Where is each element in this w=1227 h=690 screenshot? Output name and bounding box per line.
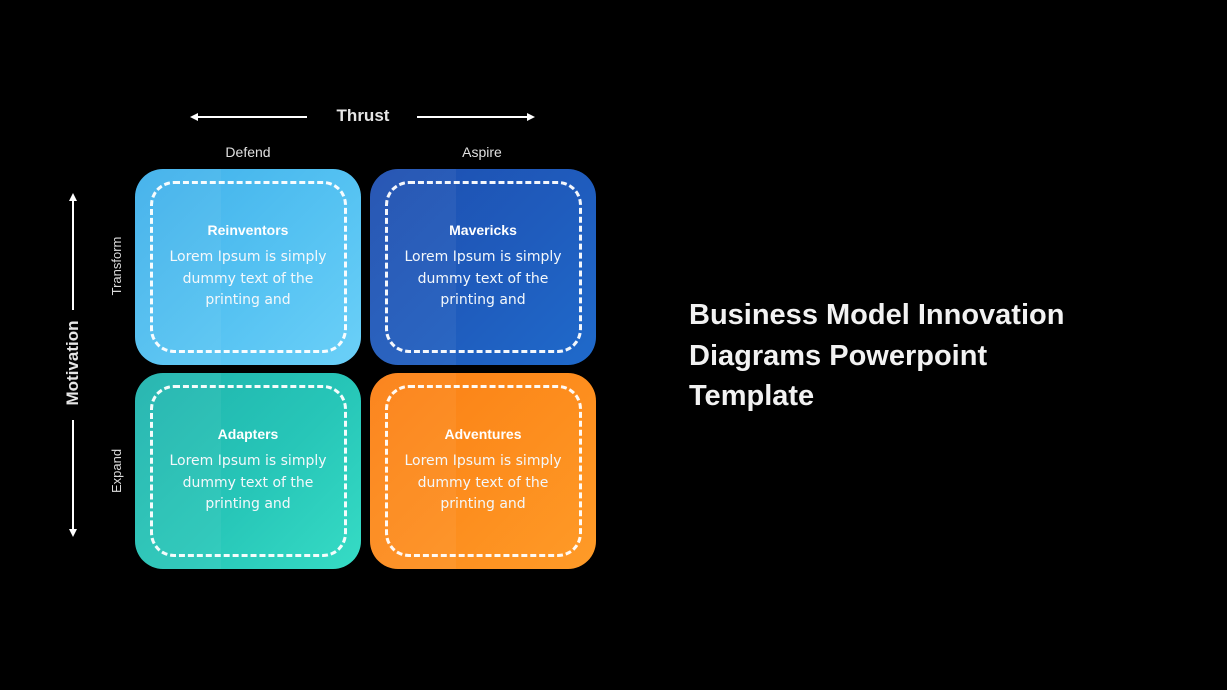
row-label-transform: Transform	[109, 236, 124, 296]
column-label-aspire: Aspire	[462, 144, 502, 160]
quadrant-body-text: Lorem Ipsum is simply dummy text of the …	[169, 453, 327, 512]
quadrant-adapters: Adapters Lorem Ipsum is simply dummy tex…	[135, 373, 361, 569]
thrust-arrow-right	[417, 116, 529, 118]
slide-title-line-2: Diagrams Powerpoint	[689, 339, 988, 372]
quadrant-title: Adventures	[444, 426, 522, 442]
quadrant-mavericks: Mavericks Lorem Ipsum is simply dummy te…	[370, 169, 596, 365]
quadrant-title: Adapters	[217, 426, 279, 442]
motivation-axis-title: Motivation	[63, 320, 82, 406]
slide-title-line-1: Business Model Innovation	[689, 299, 1065, 331]
motivation-arrow-down-head-icon	[69, 529, 77, 537]
quadrant-body-text: Lorem Ipsum is simply dummy text of the …	[169, 249, 327, 308]
row-label-expand: Expand	[109, 448, 124, 494]
quadrant-body-text: Lorem Ipsum is simply dummy text of the …	[404, 249, 562, 308]
motivation-arrow-up	[72, 200, 74, 310]
quadrant-title: Mavericks	[449, 222, 517, 238]
thrust-arrow-right-head-icon	[527, 113, 535, 121]
thrust-axis-title: Thrust	[336, 106, 390, 125]
motivation-arrow-down	[72, 420, 74, 530]
slide-title-line-3: Template	[689, 380, 815, 412]
column-label-defend: Defend	[225, 144, 271, 160]
quadrant-title: Reinventors	[207, 222, 289, 238]
thrust-arrow-left	[195, 116, 307, 118]
slide-title: Business Model Innovation Diagrams Power…	[689, 295, 1149, 417]
quadrant-body-text: Lorem Ipsum is simply dummy text of the …	[404, 453, 562, 512]
quadrant-reinventors: Reinventors Lorem Ipsum is simply dummy …	[135, 169, 361, 365]
quadrant-adventures: Adventures Lorem Ipsum is simply dummy t…	[370, 373, 596, 569]
